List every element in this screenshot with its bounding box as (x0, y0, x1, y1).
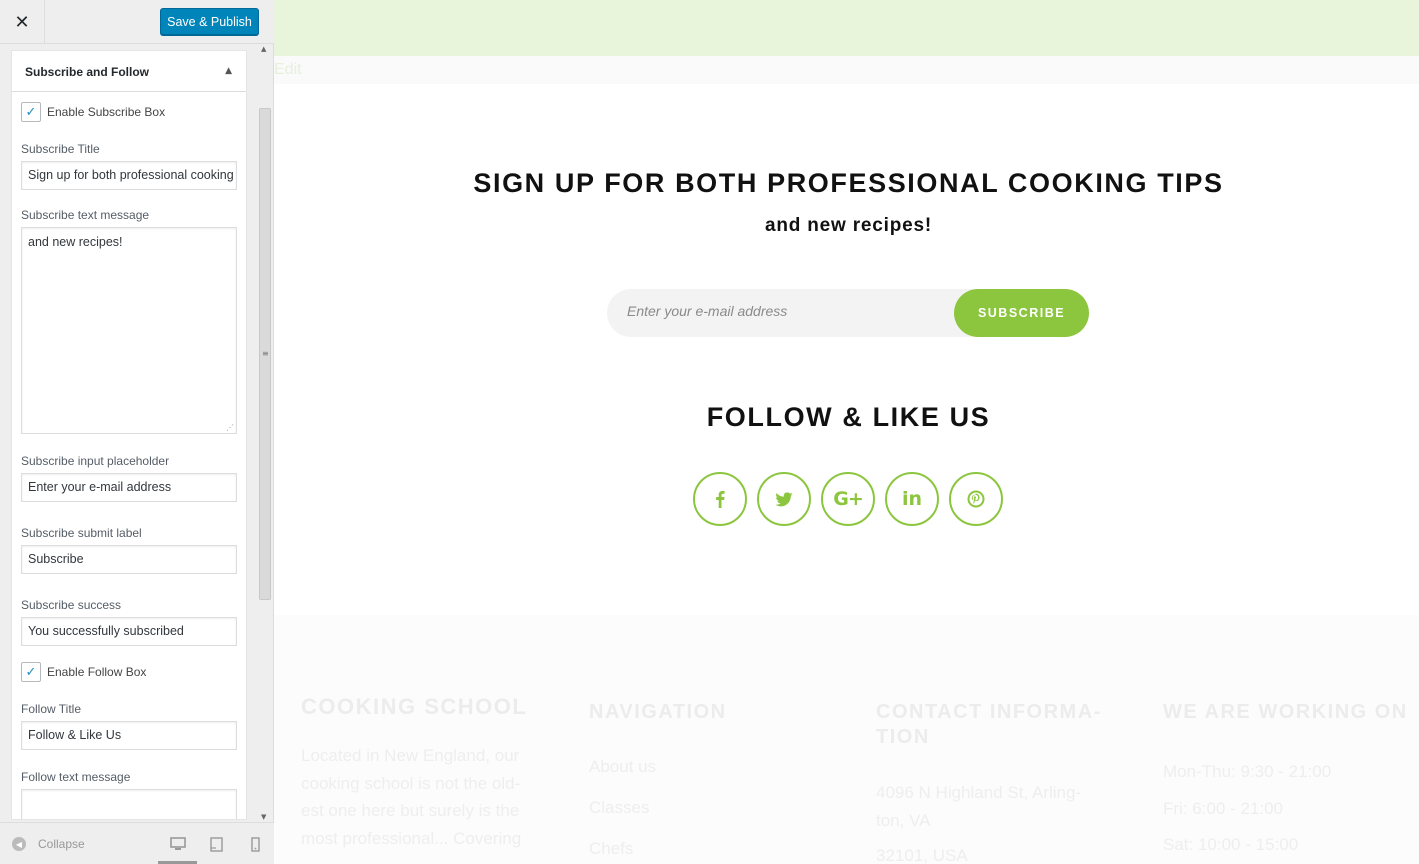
subscribe-title-label: Subscribe Title (21, 142, 100, 156)
grip-icon: ≡ (262, 349, 269, 358)
collapse-button[interactable]: ◀ Collapse (12, 837, 85, 851)
footer-contact-text: 4096 N Highland St, Arling- ton, VA 3210… (876, 783, 1082, 864)
scrollbar-thumb[interactable]: ≡ (259, 108, 271, 600)
mobile-icon[interactable] (246, 835, 264, 853)
subscribe-text-value: and new recipes! (28, 235, 123, 249)
follow-title: Follow & Like Us (706, 402, 991, 432)
enable-follow-checkbox[interactable]: ✓ (21, 662, 41, 682)
save-publish-button[interactable]: Save & Publish (160, 8, 259, 35)
pinterest-icon[interactable] (949, 472, 1003, 526)
footer-navigation: Navigation About us Classes Chefs (589, 700, 727, 859)
customizer-panel: Subscribe and Follow ▲ ✓ Enable Subscrib… (11, 50, 247, 820)
sidebar-scrollbar[interactable]: ▲ ≡ ▼ (259, 44, 271, 822)
submit-label-label: Subscribe submit label (21, 526, 142, 540)
sidebar-footer: ◀ Collapse (0, 822, 274, 864)
email-input[interactable]: Enter your e-mail address (627, 303, 787, 319)
site-preview: Edit Sign up for both professional cooki… (274, 0, 1419, 864)
sidebar-header: ✕ Save & Publish (0, 0, 274, 44)
edit-strip (274, 56, 1419, 84)
subscribe-text: and new recipes! (765, 215, 932, 236)
section-title[interactable]: Subscribe and Follow ▲ (12, 51, 246, 92)
footer-hours-text: Mon-Thu: 9:30 - 21:00 Fri: 6:00 - 21:00 … (1163, 762, 1332, 854)
footer-nav-link[interactable]: Classes (589, 798, 727, 818)
scroll-down-icon[interactable]: ▼ (261, 813, 266, 821)
subscribe-title: Sign up for both professional cooking ti… (473, 168, 1224, 198)
customizer-sidebar: ✕ Save & Publish Subscribe and Follow ▲ … (0, 0, 274, 864)
edit-link[interactable]: Edit (274, 61, 302, 79)
linkedin-icon[interactable]: in (885, 472, 939, 526)
footer-nav-link[interactable]: Chefs (589, 839, 727, 859)
placeholder-input[interactable]: Enter your e-mail address (21, 473, 237, 502)
enable-follow-row[interactable]: ✓ Enable Follow Box (21, 662, 237, 682)
subscribe-success-label: Subscribe success (21, 598, 122, 612)
collapse-caret-icon[interactable]: ▲ (225, 66, 232, 76)
subscribe-title-input[interactable]: Sign up for both professional cooking ti… (21, 161, 237, 190)
footer-nav-link[interactable]: About us (589, 757, 727, 777)
footer-hours: We are working on Mon-Thu: 9:30 - 21:00 … (1163, 700, 1408, 864)
subscribe-text-label: Subscribe text message (21, 208, 150, 222)
enable-follow-label: Enable Follow Box (47, 665, 147, 679)
subscribe-button[interactable]: Subscribe (954, 289, 1089, 337)
close-button[interactable]: ✕ (0, 0, 45, 44)
follow-title-label: Follow Title (21, 702, 82, 716)
twitter-icon[interactable] (757, 472, 811, 526)
scroll-up-icon[interactable]: ▲ (261, 45, 266, 53)
desktop-icon[interactable] (169, 835, 187, 853)
resize-grip-icon[interactable]: ⋰ (226, 423, 234, 432)
subscribe-success-input[interactable]: You successfully subscribed (21, 617, 237, 646)
tablet-icon[interactable] (207, 835, 225, 853)
enable-subscribe-label: Enable Subscribe Box (47, 105, 166, 119)
footer-about-text: Located in New England, our cooking scho… (301, 746, 522, 848)
facebook-icon[interactable] (693, 472, 747, 526)
enable-subscribe-checkbox[interactable]: ✓ (21, 102, 41, 122)
placeholder-label: Subscribe input placeholder (21, 454, 170, 468)
collapse-label: Collapse (38, 837, 85, 851)
subscribe-text-textarea[interactable]: and new recipes! ⋰ (21, 227, 237, 434)
follow-title-input[interactable]: Follow & Like Us (21, 721, 237, 750)
collapse-arrow-icon: ◀ (12, 837, 26, 851)
subscribe-form: Enter your e-mail address Subscribe (607, 289, 1089, 337)
checkmark-icon: ✓ (25, 104, 37, 120)
footer-hours-title: We are working on (1163, 701, 1408, 723)
footer-nav-title: Navigation (589, 701, 727, 723)
header-band (274, 0, 1419, 56)
footer-contact: Contact Informa- tion 4096 N Highland St… (876, 700, 1102, 864)
checkmark-icon: ✓ (25, 664, 37, 680)
follow-text-label: Follow text message (21, 770, 131, 784)
submit-label-input[interactable]: Subscribe (21, 545, 237, 574)
enable-subscribe-row[interactable]: ✓ Enable Subscribe Box (21, 102, 237, 122)
site-footer: Cooking School Located in New England, o… (274, 615, 1419, 864)
google-plus-icon[interactable]: G+ (821, 472, 875, 526)
footer-about-title: Cooking School (301, 694, 528, 719)
footer-contact-title: Contact Informa- tion (876, 701, 1102, 748)
footer-about: Cooking School Located in New England, o… (301, 694, 527, 852)
follow-text-textarea[interactable] (21, 789, 237, 819)
close-icon: ✕ (14, 11, 30, 33)
